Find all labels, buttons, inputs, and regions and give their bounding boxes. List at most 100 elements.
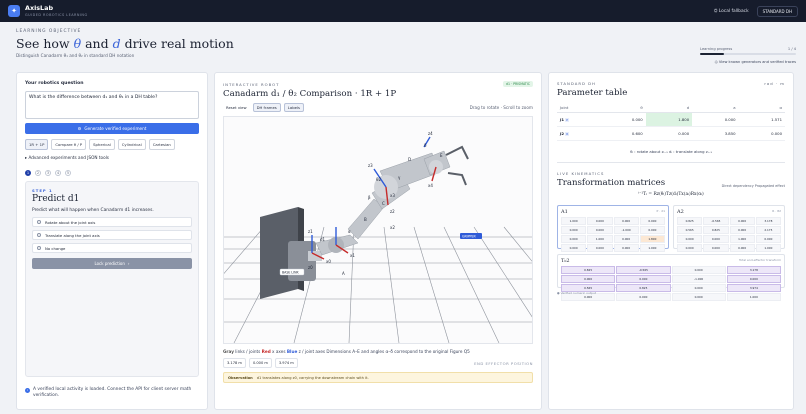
radio-icon	[37, 220, 41, 224]
prediction-option-0[interactable]: Rotate about the joint axis	[32, 217, 192, 227]
preset-chips: 1R + 1P Compare θ / P Spherical Cylindrical…	[25, 139, 199, 150]
matrix-cell: 0.000	[703, 244, 729, 252]
step-dot-4[interactable]: 4	[55, 170, 61, 176]
matrix-cell: 0.000	[677, 235, 703, 243]
matrix-cell: 3.178	[755, 217, 781, 225]
scene-legend: Gray links / joints Red x axes Blue z / …	[223, 349, 470, 354]
question-label: Your robotics question	[25, 81, 84, 86]
prediction-option-2[interactable]: No change	[32, 243, 192, 253]
matrix-a1[interactable]: A1 P · d1 1.000 0.000 0.000 0.000 0.000 0.000-…	[557, 205, 669, 252]
matrix-cell: 0.000	[613, 235, 639, 243]
dh-panel: STANDARD DH rad · m Parameter table Join…	[548, 72, 794, 410]
chip-4[interactable]: Cartesian	[148, 139, 175, 150]
matrix-cell: 1.800	[639, 235, 665, 243]
matrix-cell: 0.000	[729, 244, 755, 252]
prismatic-badge: d1 · PRISMATIC	[503, 81, 533, 87]
robot-panel: INTERACTIVE ROBOT d1 · PRISMATIC Canadar…	[214, 72, 542, 410]
matrix-cell: 1.000	[561, 217, 587, 225]
dh-header: d	[645, 103, 693, 113]
known-generators-link[interactable]: ◎ View known generators and verified tra…	[700, 60, 796, 64]
step-eyebrow: STEP 1	[32, 188, 53, 193]
dh-header: α	[738, 103, 785, 113]
info-icon: i	[25, 387, 30, 393]
chip-0[interactable]: 1R + 1P	[25, 139, 49, 150]
matrix-cell: 0.000	[729, 226, 755, 234]
chip-2[interactable]: Spherical	[89, 139, 115, 150]
matrix-cell: 0.000	[729, 217, 755, 225]
dh-header: θ	[599, 103, 646, 113]
tf-legend: Direct dependency Propagated effect	[721, 184, 785, 188]
tf-formula: ⁱ⁻¹Tᵢ = Rz(θᵢ)Tz(dᵢ)Tx(aᵢ)Rx(αᵢ)	[638, 192, 704, 197]
scene-hint: Drag to rotate · Scroll to zoom	[469, 105, 533, 110]
lock-prediction-button[interactable]: Lock prediction ›	[32, 258, 192, 269]
units-label: rad · m	[764, 81, 785, 86]
table-row: J1 P 0.000 1.800 0.000 1.571	[557, 112, 785, 127]
label-alpha: α	[348, 229, 351, 234]
dh-table: Joint θ d a α J1 P 0.000 1.800 0.000 1.571 J2 R 0.…	[557, 103, 785, 141]
matrix-cell: -1.000	[671, 275, 726, 283]
table-row: J2 R 0.600 0.000 3.850 0.000	[557, 126, 785, 141]
matrix-cell: 0.000	[703, 235, 729, 243]
label-z4: z4	[428, 131, 433, 136]
dh-eyebrow: STANDARD DH	[557, 81, 596, 86]
robot-scene-svg[interactable]: z1 z2 x2 z0 x0 x1 z3 x3 z4 x4 d1 θ2 A B …	[224, 117, 533, 343]
matrix-cell: 0.000	[587, 217, 613, 225]
matrix-cell: -0.565	[616, 266, 671, 274]
brand-name: AxisLab	[25, 4, 54, 13]
reset-view-button[interactable]: Reset view	[223, 104, 250, 111]
page-title: See how θ and d drive real motion	[16, 36, 234, 51]
matrix-cell: 0.565	[677, 226, 703, 234]
label-z3: z3	[368, 163, 373, 168]
label-z0: z0	[308, 265, 313, 270]
tf-title: Transformation matrices	[557, 178, 666, 188]
fallback-label: Local fallback	[718, 9, 749, 14]
label-d1: d1	[320, 237, 326, 242]
label-a: A	[342, 271, 345, 276]
step-title: Predict d1	[32, 194, 80, 204]
matrix-cell: 0.000	[671, 293, 726, 301]
brand: AxisLab GUIDED ROBOTICS LEARNING	[25, 5, 88, 17]
matrix-cell: 0.000	[671, 266, 726, 274]
base-label: BASE LINK	[282, 271, 300, 275]
dh-frames-toggle[interactable]: DH frames	[252, 103, 281, 112]
advanced-toggle[interactable]: ▸ Advanced experiments and JSON tools	[25, 155, 199, 160]
generate-button[interactable]: ⚙ Generate verified experiment	[25, 123, 199, 134]
labels-toggle[interactable]: Labels	[283, 103, 305, 112]
step-card: STEP 1 Predict d1 Predict what will happ…	[25, 181, 199, 377]
matrix-cell: 0.000	[561, 235, 587, 243]
matrix-cell: 0.000	[561, 275, 616, 283]
matrix-cell: 1.000	[729, 235, 755, 243]
matrix-cell: 1.000	[755, 244, 781, 252]
matrix-cell: 0.000	[677, 244, 703, 252]
matrix-cell: 0.000	[613, 217, 639, 225]
sparkle-icon: ⚙	[77, 126, 82, 131]
step-dot-3[interactable]: 3	[45, 170, 51, 176]
ee-y: 0.000 m	[248, 358, 272, 368]
step-dot-5[interactable]: 5	[65, 170, 71, 176]
step-dot-1[interactable]: 1	[25, 170, 31, 176]
matrix-cell: 0.825	[677, 217, 703, 225]
label-d: D	[408, 157, 411, 162]
chip-1[interactable]: Compare θ / P	[51, 139, 87, 150]
matrix-a2[interactable]: A2 R · θ2 0.825 -0.565 0.000 3.178 0.565 0.825…	[673, 205, 785, 252]
chip-3[interactable]: Cylindrical	[117, 139, 146, 150]
matrix-cell: 3.974	[726, 284, 781, 292]
radio-icon	[37, 233, 41, 237]
prediction-option-1[interactable]: Translate along the joint axis	[32, 230, 192, 240]
label-x3: x3	[390, 193, 395, 198]
label-z1: z1	[308, 229, 313, 234]
step-dot-2[interactable]: 2	[35, 170, 41, 176]
matrix-cell: 0.000	[639, 226, 665, 234]
matrix-cell: -1.000	[613, 226, 639, 234]
question-input[interactable]: What is the difference between d₁ and θ₁…	[25, 91, 199, 119]
robot-scene[interactable]: z1 z2 x2 z0 x0 x1 z3 x3 z4 x4 d1 θ2 A B …	[223, 116, 533, 344]
fallback-toggle[interactable]: ⛭ Local fallback	[714, 8, 749, 14]
label-b: B	[364, 217, 367, 222]
gripper-label: GRIPPER	[462, 235, 476, 239]
matrix-cell: 0.000	[616, 293, 671, 301]
label-c: C	[382, 201, 385, 206]
mode-pill[interactable]: STANDARD DH	[756, 5, 798, 17]
matrix-total[interactable]: T₀2 Total end-effector transform 0.825 -0.…	[557, 254, 785, 301]
question-panel: Your robotics question What is the diffe…	[16, 72, 208, 410]
matrix-cell: -0.565	[703, 217, 729, 225]
